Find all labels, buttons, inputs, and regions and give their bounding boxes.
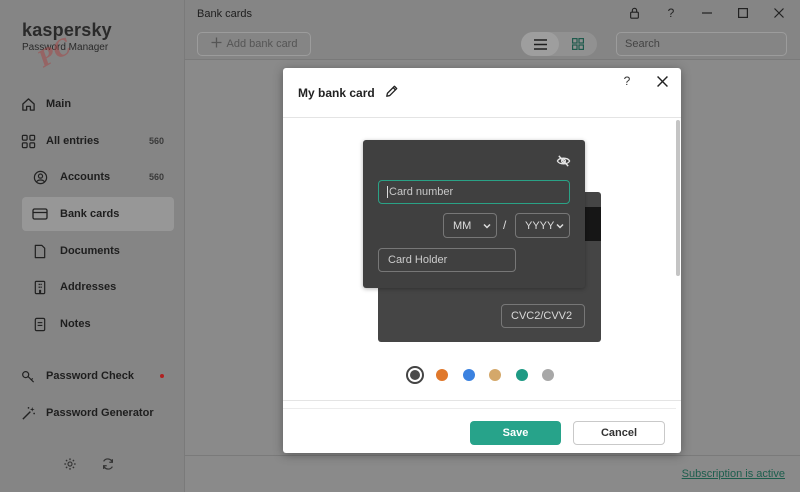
color-swatch-orange[interactable]: [436, 369, 448, 381]
dialog-scrollbar[interactable]: [676, 120, 680, 276]
search-placeholder: Search: [625, 38, 660, 50]
document-icon: [32, 243, 48, 259]
brand-name: kaspersky: [22, 20, 112, 40]
plus-icon: [211, 37, 222, 51]
card-number-field[interactable]: Card number: [378, 180, 570, 204]
sidebar-item-label: Password Generator: [46, 407, 154, 419]
card-holder-placeholder: Card Holder: [388, 254, 448, 266]
card-holder-field[interactable]: Card Holder: [378, 248, 516, 272]
year-value: YYYY: [525, 219, 555, 232]
alert-dot: [160, 374, 164, 378]
subscription-link[interactable]: Subscription is active: [682, 468, 785, 480]
sidebar-item-password-generator[interactable]: Password Generator: [20, 396, 174, 430]
sidebar-item-label: All entries: [46, 135, 100, 147]
sidebar-item-label: Documents: [60, 245, 120, 257]
expiry-separator: /: [503, 218, 507, 232]
settings-icon[interactable]: [62, 456, 78, 472]
top-bar: Bank cards ? Add bank card Search: [185, 0, 800, 60]
dialog-close-icon[interactable]: [654, 73, 670, 89]
card-number-placeholder: Card number: [389, 186, 454, 198]
pencil-icon[interactable]: [385, 84, 401, 100]
chevron-down-icon: [483, 223, 491, 229]
sidebar-item-label: Main: [46, 98, 72, 110]
search-input[interactable]: Search: [616, 32, 787, 56]
sidebar-item-label: Accounts: [60, 171, 111, 183]
expiry-month-select[interactable]: MM: [443, 213, 497, 238]
grid-icon: [20, 133, 36, 149]
color-swatch-tan[interactable]: [489, 369, 501, 381]
color-swatch-dark[interactable]: [406, 366, 424, 384]
lock-icon[interactable]: [625, 5, 643, 21]
home-icon: [20, 96, 36, 112]
cancel-button[interactable]: Cancel: [573, 421, 665, 445]
sidebar-item-label: Bank cards: [60, 208, 120, 220]
sidebar-item-label: Password Check: [46, 370, 135, 382]
card-icon: [32, 206, 48, 222]
divider: [283, 408, 676, 409]
chevron-down-icon: [556, 223, 564, 229]
add-bank-card-button[interactable]: Add bank card: [197, 32, 311, 56]
card-front: Card number MM / YYYY Card Holder: [363, 140, 585, 288]
sidebar-item-main[interactable]: Main: [20, 87, 174, 121]
brand-subtitle: Password Manager: [22, 42, 109, 53]
card-color-picker: [406, 365, 569, 385]
user-icon: [32, 169, 48, 185]
sidebar-item-label: Addresses: [60, 281, 117, 293]
sidebar-item-notes[interactable]: Notes: [22, 307, 174, 341]
wand-icon: [20, 405, 36, 421]
status-bar: Subscription is active: [185, 455, 800, 492]
bank-card-dialog: My bank card ? CVC2/CVV2 Card number MM …: [283, 68, 681, 453]
sidebar: kaspersky Password Manager PC Main All e…: [0, 0, 185, 492]
color-swatch-green[interactable]: [515, 369, 528, 381]
grid-view-icon[interactable]: [559, 32, 597, 56]
maximize-icon[interactable]: [734, 5, 752, 21]
sidebar-item-accounts[interactable]: Accounts 560: [22, 160, 174, 194]
sidebar-item-addresses[interactable]: Addresses: [22, 270, 174, 304]
close-icon[interactable]: [770, 5, 788, 21]
color-swatch-blue[interactable]: [462, 369, 475, 381]
sidebar-item-documents[interactable]: Documents: [22, 234, 174, 268]
text-caret: [387, 186, 388, 198]
sidebar-item-all-entries[interactable]: All entries 560: [20, 124, 174, 158]
save-button[interactable]: Save: [470, 421, 561, 445]
sidebar-item-bank-cards[interactable]: Bank cards: [22, 197, 174, 231]
entry-count: 560: [148, 172, 164, 182]
divider: [283, 117, 681, 118]
cvc-placeholder: CVC2/CVV2: [511, 310, 573, 322]
brand-logo: kaspersky Password Manager: [22, 20, 112, 53]
cvc-field[interactable]: CVC2/CVV2: [501, 304, 585, 328]
entry-count: 560: [148, 136, 164, 146]
building-icon: [32, 279, 48, 295]
dialog-title: My bank card: [298, 86, 375, 100]
help-icon[interactable]: ?: [662, 5, 680, 21]
add-bank-card-label: Add bank card: [226, 38, 298, 50]
minimize-icon[interactable]: [698, 5, 716, 21]
dialog-help-icon[interactable]: ?: [619, 73, 635, 89]
window-title: Bank cards: [197, 8, 253, 20]
view-toggle: [521, 32, 597, 56]
note-icon: [32, 316, 48, 332]
divider: [283, 400, 681, 401]
sync-icon[interactable]: [100, 456, 116, 472]
sidebar-item-label: Notes: [60, 318, 91, 330]
color-swatch-gray[interactable]: [542, 369, 554, 381]
month-value: MM: [453, 219, 472, 232]
expiry-year-select[interactable]: YYYY: [515, 213, 570, 238]
eye-off-icon[interactable]: [556, 154, 572, 170]
list-view-icon[interactable]: [521, 32, 559, 56]
key-icon: [20, 368, 36, 384]
sidebar-item-password-check[interactable]: Password Check: [20, 359, 174, 393]
